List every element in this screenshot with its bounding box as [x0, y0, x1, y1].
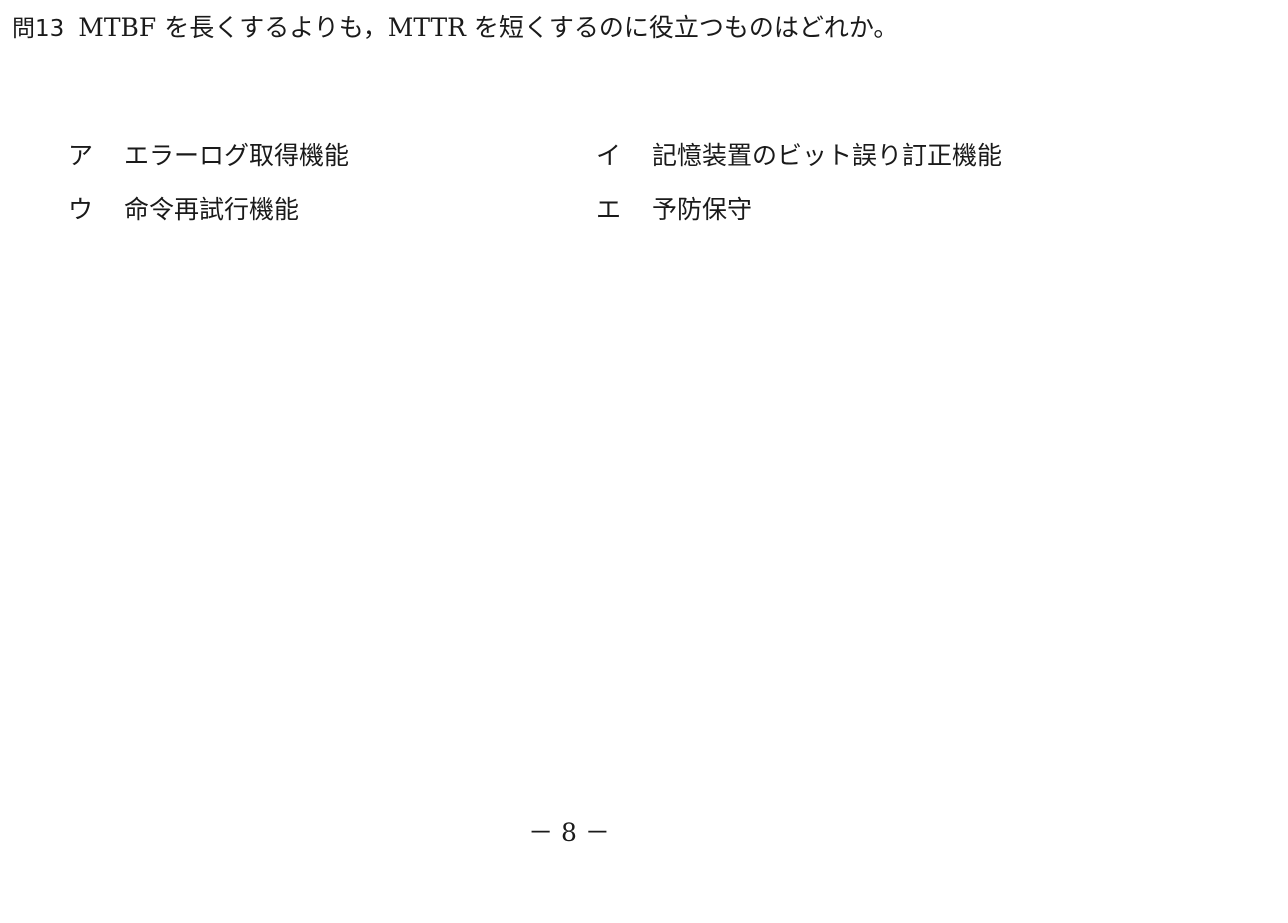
choice-u: ウ 命令再試行機能: [68, 192, 299, 228]
choice-text: 記憶装置のビット誤り訂正機能: [652, 141, 1003, 170]
choice-text: エラーログ取得機能: [124, 141, 350, 170]
page-number: － 8 －: [528, 818, 610, 847]
choice-letter: イ: [596, 141, 622, 170]
choice-text: 命令再試行機能: [124, 195, 300, 224]
question-stem: 問13 MTBF を長くするよりも，MTTR を短くするのに役立つものはどれか。: [12, 10, 898, 47]
choice-e: エ 予防保守: [596, 192, 752, 228]
choice-text: 予防保守: [652, 195, 753, 224]
question-number: 問13: [12, 16, 65, 42]
choice-letter: ウ: [68, 195, 94, 224]
question-text: MTBF を長くするよりも，MTTR を短くするのに役立つものはどれか。: [78, 13, 899, 42]
choice-a: ア エラーログ取得機能: [68, 138, 349, 174]
choice-i: イ 記憶装置のビット誤り訂正機能: [596, 138, 1002, 174]
choice-letter: エ: [596, 195, 622, 224]
choice-letter: ア: [68, 141, 94, 170]
